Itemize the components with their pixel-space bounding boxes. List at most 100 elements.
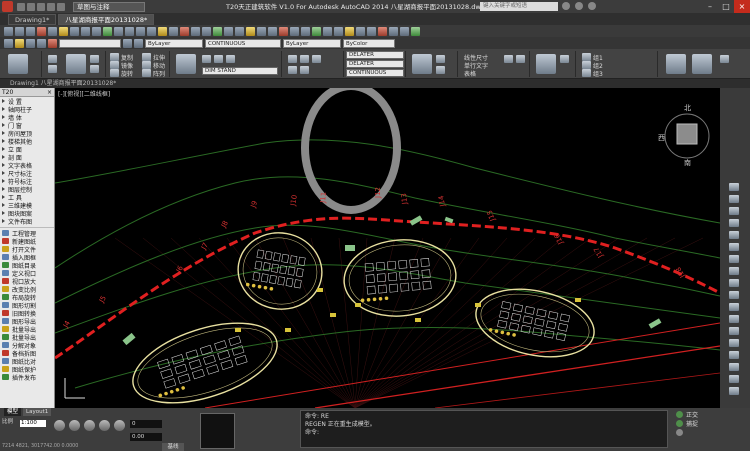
user-icon[interactable] xyxy=(562,2,570,10)
layer-match-icon[interactable] xyxy=(312,26,321,36)
nav-tool-icon[interactable] xyxy=(729,387,739,395)
layer-state-icon[interactable] xyxy=(246,26,255,36)
polar-icon[interactable] xyxy=(99,420,110,431)
block-icon[interactable] xyxy=(356,26,365,36)
bulb-icon[interactable] xyxy=(15,38,24,48)
array-icon[interactable] xyxy=(142,69,151,77)
polyline-icon[interactable] xyxy=(48,55,57,63)
layer-iso-icon[interactable] xyxy=(268,26,277,36)
nav-tool-icon[interactable] xyxy=(729,243,739,251)
layer-off-icon[interactable] xyxy=(312,55,321,63)
print-icon[interactable] xyxy=(37,26,46,36)
help-icon[interactable] xyxy=(588,2,596,10)
boundary-icon[interactable] xyxy=(400,26,409,36)
copy-icon[interactable] xyxy=(81,26,90,36)
help-icon[interactable] xyxy=(224,26,233,36)
insert-block-icon[interactable] xyxy=(536,54,556,74)
line-icon[interactable] xyxy=(8,54,28,74)
tool-palette-icon[interactable] xyxy=(180,26,189,36)
mirror-icon[interactable] xyxy=(110,61,119,69)
publish-icon[interactable] xyxy=(59,26,68,36)
grid-icon[interactable] xyxy=(69,420,80,431)
bulb-icon[interactable] xyxy=(202,55,211,63)
nav-tool-icon[interactable] xyxy=(729,279,739,287)
snap-toggle[interactable]: 捕捉 xyxy=(674,419,750,428)
layer-freeze-icon[interactable] xyxy=(290,26,299,36)
lock-icon[interactable] xyxy=(226,55,235,63)
layer-lock-icon[interactable] xyxy=(301,26,310,36)
ellipse-icon[interactable] xyxy=(90,65,99,73)
cad-drawing[interactable]: J4J5J6J7J8J9 J10 J11 J12J13 J14J15J16J17J18 … xyxy=(55,88,720,408)
osnap-icon[interactable] xyxy=(114,420,125,431)
layer-tool2-icon[interactable] xyxy=(134,38,143,48)
viewport-label[interactable]: [-][俯视][二维线框] xyxy=(58,89,110,98)
properties-icon[interactable] xyxy=(158,26,167,36)
layer-prev-icon[interactable] xyxy=(257,26,266,36)
group3-icon[interactable] xyxy=(582,69,591,77)
nav-tool-icon[interactable] xyxy=(729,351,739,359)
redo-icon[interactable] xyxy=(57,2,65,11)
tab-model[interactable]: 模型 xyxy=(4,408,22,416)
extra-toggle[interactable] xyxy=(674,428,750,437)
rectangle-icon[interactable] xyxy=(66,54,86,74)
view-icon[interactable] xyxy=(720,55,729,63)
match-icon[interactable] xyxy=(103,26,112,36)
zoom-icon[interactable] xyxy=(147,26,156,36)
layer-combo[interactable] xyxy=(59,38,121,48)
leader-icon[interactable] xyxy=(516,55,525,63)
layer-walk-icon[interactable] xyxy=(300,66,309,74)
paste-icon[interactable] xyxy=(92,26,101,36)
copy-icon[interactable] xyxy=(110,53,119,61)
nav-tool-icon[interactable] xyxy=(729,339,739,347)
linetype-combo[interactable]: CONTINUOUS xyxy=(205,38,281,48)
scale-dropdown[interactable]: 1:100 xyxy=(20,420,46,427)
color-dropdown[interactable]: DELATER xyxy=(346,51,404,59)
color-icon[interactable] xyxy=(48,38,57,48)
palette-close-icon[interactable]: × xyxy=(47,88,52,96)
tab-layout1[interactable]: Layout1 xyxy=(23,408,52,416)
nav-tool-icon[interactable] xyxy=(729,183,739,191)
nav-tool-icon[interactable] xyxy=(729,255,739,263)
sheet-set-icon[interactable] xyxy=(191,26,200,36)
arc-icon[interactable] xyxy=(48,65,57,73)
clipboard-icon[interactable] xyxy=(692,54,712,74)
ungroup-icon[interactable] xyxy=(436,55,445,63)
elevation-field[interactable]: 0 xyxy=(130,420,162,428)
baseline-button[interactable]: 基线 xyxy=(162,443,184,451)
wipeout-icon[interactable] xyxy=(411,26,420,36)
group-icon[interactable] xyxy=(412,54,432,74)
minimize-button[interactable]: – xyxy=(702,0,718,13)
palette-item[interactable]: 插件发布 xyxy=(0,373,54,382)
tab-drawing1[interactable]: Drawing1* xyxy=(8,14,57,25)
lock-icon[interactable] xyxy=(37,38,46,48)
search-input[interactable]: 键入关键字或短语 xyxy=(480,2,558,11)
array-label[interactable]: 阵列 xyxy=(153,69,165,78)
layer-manager-icon[interactable] xyxy=(4,38,13,48)
undo-icon[interactable] xyxy=(47,2,55,11)
plotstyle-combo[interactable]: ByColor xyxy=(343,38,395,48)
region-icon[interactable] xyxy=(389,26,398,36)
calc-icon[interactable] xyxy=(213,26,222,36)
thickness-field[interactable]: 0.00 xyxy=(130,433,162,441)
nav-tool-icon[interactable] xyxy=(729,267,739,275)
cut-icon[interactable] xyxy=(70,26,79,36)
group3-label[interactable]: 组3 xyxy=(593,69,603,78)
layer-icon[interactable] xyxy=(235,26,244,36)
nav-tool-icon[interactable] xyxy=(729,195,739,203)
layer-prev-icon[interactable] xyxy=(288,66,297,74)
nav-tool-icon[interactable] xyxy=(729,363,739,371)
layer-iso-icon[interactable] xyxy=(300,55,309,63)
ortho-icon[interactable] xyxy=(84,420,95,431)
nav-tool-icon[interactable] xyxy=(729,291,739,299)
nav-tool-icon[interactable] xyxy=(729,231,739,239)
layer-off-icon[interactable] xyxy=(279,26,288,36)
rotate-icon[interactable] xyxy=(110,69,119,77)
move-icon[interactable] xyxy=(142,61,151,69)
nav-tool-icon[interactable] xyxy=(729,219,739,227)
sun-icon[interactable] xyxy=(26,38,35,48)
open-icon[interactable] xyxy=(15,26,24,36)
new-icon[interactable] xyxy=(17,2,25,11)
nav-tool-icon[interactable] xyxy=(729,375,739,383)
command-window[interactable]: 命令: RE REGEN 正在重生成模型。 命令: xyxy=(300,410,668,448)
group2-icon[interactable] xyxy=(582,61,591,69)
